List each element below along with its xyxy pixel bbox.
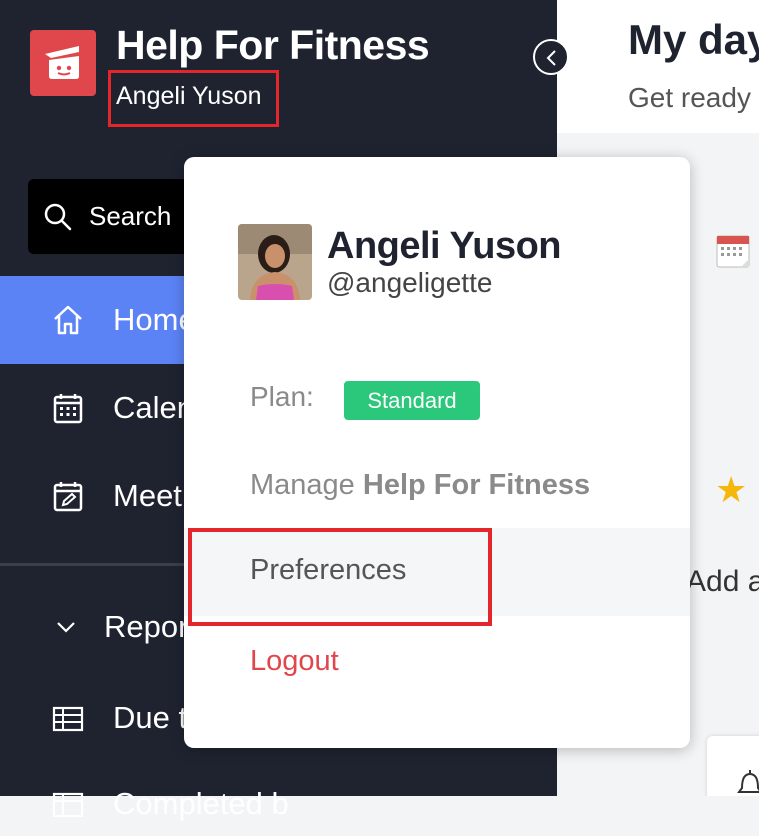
popup-user-handle: @angeligette bbox=[327, 267, 493, 298]
table-icon bbox=[52, 706, 84, 732]
reports-section-label: Repor bbox=[104, 609, 189, 644]
avatar bbox=[238, 224, 312, 300]
report-item-due-label: Due t bbox=[113, 700, 188, 735]
page-subtitle: Get ready bbox=[628, 82, 751, 113]
profile-popup: Angeli Yuson @angeligette Plan: Standard… bbox=[184, 157, 690, 748]
manage-app-name: Help For Fitness bbox=[362, 469, 591, 501]
calendar-icon bbox=[53, 394, 83, 424]
bell-icon bbox=[737, 770, 759, 793]
manage-app-link[interactable]: Manage Help For Fitness bbox=[250, 469, 590, 502]
app-logo[interactable] bbox=[30, 30, 96, 96]
meeting-icon bbox=[53, 482, 83, 512]
preferences-label: Preferences bbox=[250, 554, 407, 586]
nav-label-calendar: Calen bbox=[113, 390, 194, 425]
main-header: My day Get ready bbox=[557, 0, 759, 133]
search-label: Search bbox=[89, 201, 172, 231]
notification-card[interactable] bbox=[707, 736, 759, 796]
report-item-completed-label: Completed b bbox=[113, 786, 289, 821]
home-icon bbox=[54, 305, 82, 335]
sidebar-user-name[interactable]: Angeli Yuson bbox=[116, 82, 262, 111]
app-title: Help For Fitness bbox=[116, 22, 430, 68]
popup-user-name: Angeli Yuson bbox=[327, 225, 562, 267]
page-title: My day bbox=[628, 16, 759, 63]
calendar-emoji-icon bbox=[716, 235, 750, 268]
logo-icon bbox=[45, 46, 79, 79]
manage-prefix: Manage bbox=[250, 469, 355, 501]
search-icon bbox=[44, 203, 72, 231]
logout-link[interactable]: Logout bbox=[250, 645, 339, 678]
star-icon: ★ bbox=[715, 469, 748, 510]
chevron-down-icon bbox=[57, 622, 75, 633]
collapse-sidebar-button[interactable] bbox=[533, 39, 569, 75]
preferences-menu-item[interactable]: Preferences bbox=[184, 528, 690, 616]
report-item-completed[interactable]: Completed b bbox=[0, 772, 557, 836]
nav-label-meetings: Meet bbox=[113, 478, 182, 513]
plan-badge: Standard bbox=[344, 381, 480, 420]
plan-label: Plan: bbox=[250, 381, 314, 412]
add-label[interactable]: Add a bbox=[686, 565, 759, 599]
chevron-left-icon bbox=[546, 50, 556, 66]
